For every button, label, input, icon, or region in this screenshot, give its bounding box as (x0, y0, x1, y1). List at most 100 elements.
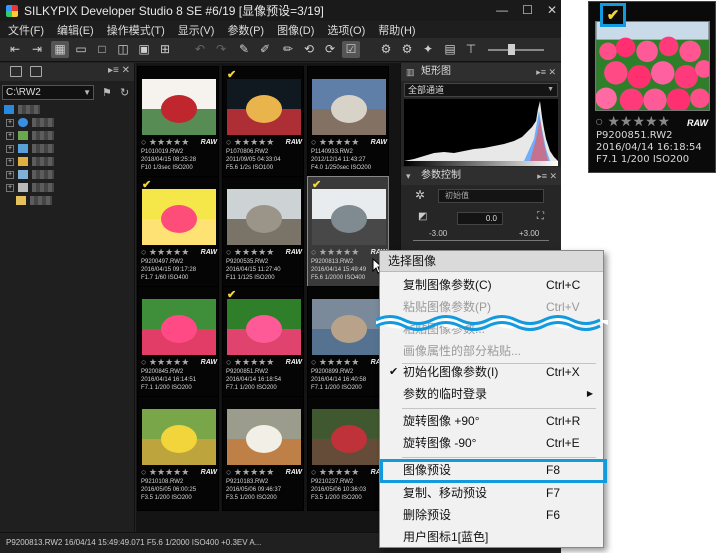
rating-row[interactable]: ○ ★★★★★RAW (141, 138, 217, 147)
rating-stars[interactable]: ○ ★★★★★ (311, 357, 359, 367)
menu-options[interactable]: 选项(O) (327, 22, 365, 38)
zoom-slider-track[interactable] (488, 49, 544, 51)
develop-icon[interactable]: ⚙ (377, 41, 395, 58)
tree-item-onedrive[interactable]: + (2, 116, 132, 129)
layout-view-icon[interactable]: ⊞ (156, 41, 174, 58)
expand-icon[interactable]: + (6, 118, 14, 127)
menu-edit[interactable]: 编辑(E) (57, 22, 94, 38)
menu-view[interactable]: 显示(V) (178, 22, 215, 38)
tree-item-pc[interactable]: + (2, 142, 132, 155)
refresh-icon[interactable]: ↻ (120, 86, 129, 99)
thumbnail-item[interactable]: ✔ ○ ★★★★★ RAW P9200497.RW2 2016/04/15 09:17:… (137, 176, 219, 291)
auto-exposure-icon[interactable]: ⛶ (537, 211, 544, 222)
expand-icon[interactable]: + (6, 157, 14, 166)
menu-item-rotate-plus[interactable]: 旋转图像 +90° Ctrl+R (380, 410, 603, 432)
fullscreen-view-icon[interactable]: ▣ (135, 41, 153, 58)
rating-stars[interactable]: ○ ★★★★★ (311, 247, 359, 257)
rating-row[interactable]: ○ ★★★★★RAW (226, 138, 302, 147)
compare-view-icon[interactable]: ◫ (114, 41, 132, 58)
menu-image[interactable]: 图像(D) (277, 22, 314, 38)
collapse-icon[interactable]: ▾ (406, 167, 411, 185)
callout-rating[interactable]: ○ ★★★★★ RAW (595, 114, 710, 128)
maximize-button[interactable]: ☐ (522, 3, 533, 17)
rating-stars[interactable]: ○ ★★★★★ (226, 357, 274, 367)
gear-icon[interactable]: ✦ (419, 41, 437, 58)
minimize-button[interactable]: — (496, 3, 508, 17)
brush-icon[interactable]: ✏ (279, 41, 297, 58)
menu-item-copy-params[interactable]: 复制图像参数(C) Ctrl+C (380, 274, 603, 296)
rating-row[interactable]: ○ ★★★★★RAW (226, 358, 302, 367)
rating-row[interactable]: ○ ★★★★★RAW (141, 248, 217, 257)
pin-icon[interactable]: ▸≡ ✕ (537, 167, 557, 185)
tree-item-library[interactable]: + (2, 155, 132, 168)
rating-stars[interactable]: ○ ★★★★★ (141, 247, 189, 257)
thumbnail-item[interactable]: ○ ★★★★★ RAW P1140933.RW2 2012/12/14 11:43:2… (307, 66, 389, 181)
rating-row[interactable]: ○ ★★★★★RAW (311, 138, 387, 147)
zoom-slider-thumb[interactable] (508, 44, 515, 55)
menu-item-user-icon-blue[interactable]: 用户图标1[蓝色] (380, 526, 603, 548)
menu-help[interactable]: 帮助(H) (378, 22, 415, 38)
rating-stars[interactable]: ○ ★★★★★ (141, 357, 189, 367)
channel-select[interactable]: 全部通道 ▼ (404, 83, 558, 97)
menu-file[interactable]: 文件(F) (8, 22, 44, 38)
tree-item-drive[interactable]: + (2, 181, 132, 194)
thumbnail-item[interactable]: ○ ★★★★★ RAW P1010019.RW2 2018/04/15 08:25:2… (137, 66, 219, 181)
rating-stars[interactable]: ○ ★★★★★ (226, 467, 274, 477)
menu-item-delete-preset[interactable]: 删除预设 F6 (380, 504, 603, 526)
thumbnail-item[interactable]: ○ ★★★★★ RAW P9200845.RW2 2016/04/14 16:14:5… (137, 286, 219, 401)
flag-icon[interactable]: ⚑ (102, 86, 112, 99)
rotate-left-icon[interactable]: ⟲ (300, 41, 318, 58)
copy-params-icon[interactable]: ✎ (235, 41, 253, 58)
rotate-right-icon[interactable]: ⟳ (321, 41, 339, 58)
export-icon[interactable]: ⇥ (28, 41, 46, 58)
select-mark-icon[interactable]: ☑ (342, 41, 360, 58)
folder-tab-icon[interactable] (10, 66, 22, 77)
exposure-slider[interactable] (413, 240, 549, 241)
rating-row[interactable]: ○ ★★★★★RAW (311, 248, 387, 257)
import-icon[interactable]: ⇤ (6, 41, 24, 58)
exposure-value-field[interactable]: 0.0 (457, 212, 503, 225)
rating-row[interactable]: ○ ★★★★★RAW (226, 248, 302, 257)
tools-icon[interactable]: ⊤ (462, 41, 480, 58)
thumbnail-item[interactable]: ✔ ○ ★★★★★ RAW P9200851.RW2 2016/04/14 16:18:… (222, 286, 304, 401)
thumbnail-item[interactable]: ○ ★★★★★ RAW P9210183.RW2 2016/05/06 09:46:3… (222, 396, 304, 511)
menu-item-temp-register[interactable]: 参数的临时登录 ▶ (380, 383, 603, 405)
tree-item-user[interactable]: + (2, 129, 132, 142)
info-tab-icon[interactable] (30, 66, 42, 77)
menu-item-copy-move-preset[interactable]: 复制、移动预设 F7 (380, 482, 603, 504)
expand-icon[interactable]: + (6, 131, 14, 140)
batch-develop-icon[interactable]: ⚙ (398, 41, 416, 58)
rating-row[interactable]: ○ ★★★★★RAW (141, 358, 217, 367)
tree-item-network[interactable]: + (2, 168, 132, 181)
single-view-icon[interactable]: □ (93, 41, 111, 58)
thumbnail-item[interactable]: ○ ★★★★★ RAW P9200535.RW2 2016/04/15 11:27:4… (222, 176, 304, 291)
menu-params[interactable]: 参数(P) (227, 22, 264, 38)
rating-stars[interactable]: ○ ★★★★★ (311, 137, 359, 147)
menu-item-reset-params[interactable]: ✔ 初始化图像参数(I) Ctrl+X (380, 361, 603, 383)
rating-row[interactable]: ○ ★★★★★RAW (141, 468, 217, 477)
rating-stars[interactable]: ○ ★★★★★ (595, 113, 670, 129)
tree-item-folder[interactable] (2, 194, 132, 207)
undo-icon[interactable]: ↶ (191, 41, 209, 58)
preset-select[interactable]: 初始值 (438, 189, 544, 203)
rating-stars[interactable]: ○ ★★★★★ (226, 137, 274, 147)
close-button[interactable]: ✕ (547, 3, 557, 17)
rating-row[interactable]: ○ ★★★★★RAW (311, 468, 387, 477)
tree-item-desktop[interactable] (2, 103, 132, 116)
rating-row[interactable]: ○ ★★★★★RAW (226, 468, 302, 477)
thumbnail-item[interactable]: ○ ★★★★★ RAW P9210108.RW2 2016/05/05 06:00:2… (137, 396, 219, 511)
rating-stars[interactable]: ○ ★★★★★ (141, 467, 189, 477)
menu-mode[interactable]: 操作模式(T) (107, 22, 165, 38)
thumbnail-item[interactable]: ○ ★★★★★RAW P9200899.RW2 2016/04/14 16:40:5… (307, 286, 389, 401)
expand-icon[interactable]: + (6, 183, 14, 192)
pin-icon[interactable]: ▸≡ ✕ (108, 65, 130, 76)
display-icon[interactable]: ▤ (441, 41, 459, 58)
redo-icon[interactable]: ↷ (212, 41, 230, 58)
collapse-icon[interactable]: ▥ (406, 63, 415, 81)
path-input[interactable]: C:\RW2 ▼ (2, 85, 94, 100)
rating-stars[interactable]: ○ ★★★★★ (226, 247, 274, 257)
rating-row[interactable]: ○ ★★★★★RAW (311, 358, 387, 367)
filmstrip-view-icon[interactable]: ▭ (72, 41, 90, 58)
expand-icon[interactable]: + (6, 170, 14, 179)
menu-item-rotate-minus[interactable]: 旋转图像 -90° Ctrl+E (380, 432, 603, 454)
